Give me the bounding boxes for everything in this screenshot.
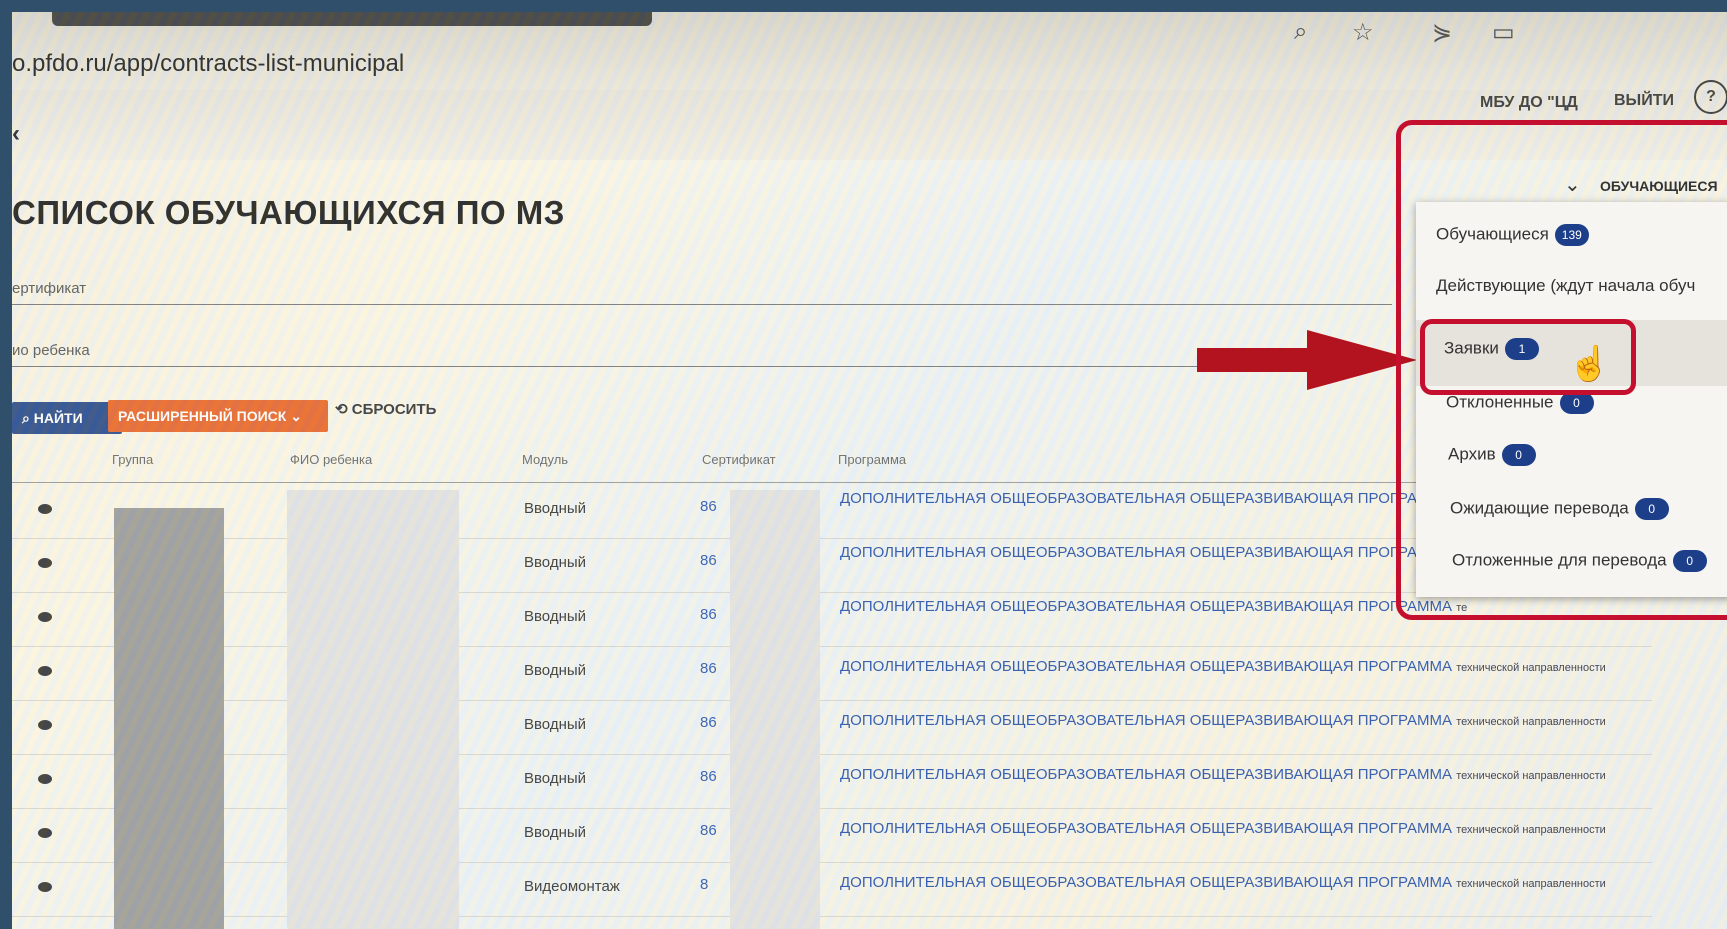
program-cell[interactable]: ДОПОЛНИТЕЛЬНАЯ ОБЩЕОБРАЗОВАТЕЛЬНАЯ ОБЩЕР…	[840, 874, 1606, 891]
column-header-child[interactable]: ФИО ребенка	[290, 452, 372, 467]
program-direction: технической направленности	[1456, 662, 1606, 674]
logout-link[interactable]: ВЫЙТИ	[1614, 92, 1674, 110]
eye-icon[interactable]	[38, 774, 52, 784]
table-row[interactable]: Вводный 86 ДОПОЛНИТЕЛЬНАЯ ОБЩЕОБРАЗОВАТЕЛЬ…	[12, 646, 1652, 701]
chevron-down-icon: ⌄	[286, 408, 302, 424]
module-cell: Вводный	[524, 608, 587, 625]
advanced-search-label: РАСШИРЕННЫЙ ПОИСК	[118, 408, 287, 424]
program-name: ДОПОЛНИТЕЛЬНАЯ ОБЩЕОБРАЗОВАТЕЛЬНАЯ ОБЩЕР…	[840, 490, 1453, 507]
eye-icon[interactable]	[38, 666, 52, 676]
program-name: ДОПОЛНИТЕЛЬНАЯ ОБЩЕОБРАЗОВАТЕЛЬНАЯ ОБЩЕР…	[840, 598, 1453, 615]
help-icon[interactable]: ?	[1694, 80, 1727, 114]
table-header-divider	[12, 482, 1632, 483]
table-row[interactable]: Вводный 86 ДОПОЛНИТЕЛЬНАЯ ОБЩЕОБРАЗОВАТЕЛЬ…	[12, 700, 1652, 755]
module-cell: Вводный	[524, 716, 587, 733]
certificate-field-label: ертификат	[12, 280, 87, 297]
certificate-field[interactable]	[12, 304, 1392, 305]
eye-icon[interactable]	[38, 882, 52, 892]
child-name-field-label: ио ребенка	[12, 342, 90, 359]
program-name: ДОПОЛНИТЕЛЬНАЯ ОБЩЕОБРАЗОВАТЕЛЬНАЯ ОБЩЕР…	[840, 658, 1453, 675]
program-cell[interactable]: ДОПОЛНИТЕЛЬНАЯ ОБЩЕОБРАЗОВАТЕЛЬНАЯ ОБЩЕР…	[840, 544, 1467, 561]
table-row[interactable]: Видеомонтаж 8 ДОПОЛНИТЕЛЬНАЯ ОБЩЕОБРАЗОВАТ…	[12, 862, 1652, 917]
search-icon: ⌕	[22, 410, 34, 426]
program-cell[interactable]: ДОПОЛНИТЕЛЬНАЯ ОБЩЕОБРАЗОВАТЕЛЬНАЯ ОБЩЕР…	[840, 658, 1606, 675]
reset-button-label: СБРОСИТЬ	[351, 401, 437, 418]
certificate-cell[interactable]: 86	[700, 552, 717, 569]
module-cell: Вводный	[524, 770, 587, 787]
module-cell: Вводный	[524, 662, 587, 679]
eye-icon[interactable]	[38, 720, 52, 730]
redacted-child-column	[287, 490, 459, 929]
module-cell: Видеомонтаж	[524, 878, 620, 895]
hand-cursor-icon: ☝	[1568, 345, 1611, 383]
page-title: СПИСОК ОБУЧАЮЩИХСЯ ПО МЗ	[12, 194, 565, 231]
program-direction: технической направленности	[1456, 824, 1606, 836]
program-cell[interactable]: ДОПОЛНИТЕЛЬНАЯ ОБЩЕОБРАЗОВАТЕЛЬНАЯ ОБЩЕР…	[840, 766, 1606, 783]
screenshot-frame: o.pfdo.ru/app/contracts-list-municipal ⌕…	[12, 12, 1727, 929]
column-header-certificate[interactable]: Сертификат	[702, 452, 776, 467]
organization-name[interactable]: МБУ ДО "ЦД	[1480, 94, 1578, 112]
certificate-cell[interactable]: 86	[700, 660, 717, 677]
certificate-cell[interactable]: 86	[700, 822, 717, 839]
redacted-group-column	[114, 508, 224, 929]
program-name: ДОПОЛНИТЕЛЬНАЯ ОБЩЕОБРАЗОВАТЕЛЬНАЯ ОБЩЕР…	[840, 766, 1453, 783]
refresh-icon: ⟲	[335, 401, 352, 418]
star-icon[interactable]: ☆	[1352, 18, 1374, 47]
certificate-cell[interactable]: 86	[700, 606, 717, 623]
program-direction: технической направленности	[1456, 878, 1606, 890]
column-header-group[interactable]: Группа	[112, 452, 153, 467]
program-cell[interactable]: ДОПОЛНИТЕЛЬНАЯ ОБЩЕОБРАЗОВАТЕЛЬНАЯ ОБЩЕР…	[840, 598, 1467, 615]
certificate-cell[interactable]: 86	[700, 498, 717, 515]
program-name: ДОПОЛНИТЕЛЬНАЯ ОБЩЕОБРАЗОВАТЕЛЬНАЯ ОБЩЕР…	[840, 820, 1453, 837]
column-header-module[interactable]: Модуль	[522, 452, 568, 467]
find-button[interactable]: ⌕ НАЙТИ	[12, 402, 122, 434]
program-name: ДОПОЛНИТЕЛЬНАЯ ОБЩЕОБРАЗОВАТЕЛЬНАЯ ОБЩЕР…	[840, 544, 1453, 561]
table-row[interactable]: Вводный 86 ДОПОЛНИТЕЛЬНАЯ ОБЩЕОБРАЗОВАТЕЛЬ…	[12, 754, 1652, 809]
address-bar[interactable]: o.pfdo.ru/app/contracts-list-municipal	[12, 50, 404, 78]
certificate-cell[interactable]: 86	[700, 714, 717, 731]
program-direction: технической направленности	[1456, 770, 1606, 782]
program-name: ДОПОЛНИТЕЛЬНАЯ ОБЩЕОБРАЗОВАТЕЛЬНАЯ ОБЩЕР…	[840, 874, 1453, 891]
find-button-label: НАЙТИ	[33, 410, 83, 426]
column-header-program[interactable]: Программа	[838, 452, 906, 467]
eye-icon[interactable]	[38, 558, 52, 568]
extension-icon[interactable]: ⋟	[1432, 18, 1452, 47]
child-name-field[interactable]	[12, 366, 1392, 367]
browser-toolbar: o.pfdo.ru/app/contracts-list-municipal ⌕…	[12, 12, 1727, 90]
window-icon[interactable]: ▭	[1492, 18, 1515, 47]
certificate-cell[interactable]: 8	[700, 876, 708, 893]
certificate-cell[interactable]: 86	[700, 768, 717, 785]
browser-tab-strip	[52, 12, 652, 26]
back-icon[interactable]: ‹	[12, 120, 20, 148]
module-cell: Вводный	[524, 824, 587, 841]
eye-icon[interactable]	[38, 828, 52, 838]
eye-icon[interactable]	[38, 612, 52, 622]
module-cell: Вводный	[524, 500, 587, 517]
reset-button[interactable]: ⟲ СБРОСИТЬ	[335, 400, 436, 418]
program-name: ДОПОЛНИТЕЛЬНАЯ ОБЩЕОБРАЗОВАТЕЛЬНАЯ ОБЩЕР…	[840, 712, 1453, 729]
eye-icon[interactable]	[38, 504, 52, 514]
program-cell[interactable]: ДОПОЛНИТЕЛЬНАЯ ОБЩЕОБРАЗОВАТЕЛЬНАЯ ОБЩЕР…	[840, 820, 1606, 837]
redacted-certificate-column	[730, 490, 820, 929]
module-cell: Вводный	[524, 554, 587, 571]
advanced-search-button[interactable]: РАСШИРЕННЫЙ ПОИСК ⌄	[108, 400, 328, 432]
program-direction: технической направленности	[1456, 716, 1606, 728]
zoom-icon[interactable]: ⌕	[1294, 18, 1307, 46]
program-cell[interactable]: ДОПОЛНИТЕЛЬНАЯ ОБЩЕОБРАЗОВАТЕЛЬНАЯ ОБЩЕР…	[840, 490, 1467, 507]
program-cell[interactable]: ДОПОЛНИТЕЛЬНАЯ ОБЩЕОБРАЗОВАТЕЛЬНАЯ ОБЩЕР…	[840, 712, 1606, 729]
table-row[interactable]: Вводный 86 ДОПОЛНИТЕЛЬНАЯ ОБЩЕОБРАЗОВАТЕЛЬ…	[12, 808, 1652, 863]
